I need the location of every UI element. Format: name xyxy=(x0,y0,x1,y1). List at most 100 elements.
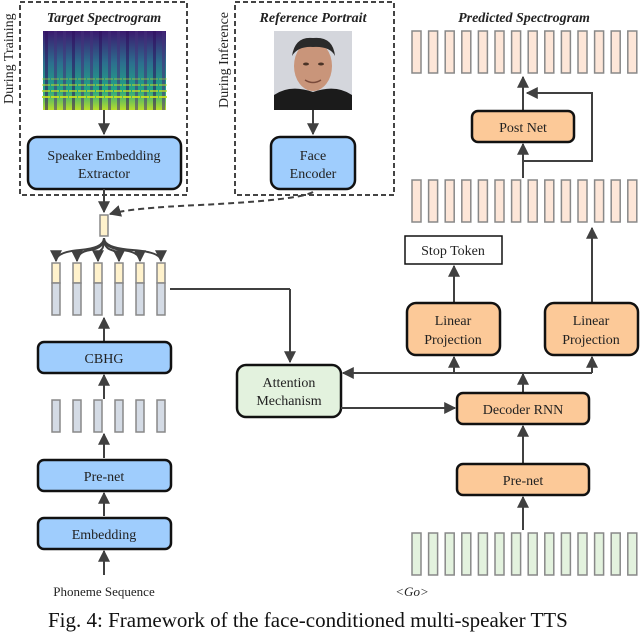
attention-label-line2: Mechanism xyxy=(256,394,321,409)
spectrogram-stripe xyxy=(135,31,138,110)
face-encoder-label-line2: Encoder xyxy=(290,167,337,182)
spectrogram-harmonic xyxy=(141,90,149,92)
decoder-prenet-label: Pre-net xyxy=(503,474,544,489)
spectrogram-harmonic xyxy=(150,78,158,80)
stop-token-label: Stop Token xyxy=(421,244,485,259)
go-input-frames xyxy=(411,532,638,576)
speaker-embedding-vector xyxy=(99,214,109,237)
predicted-spectrogram-title: Predicted Spectrogram xyxy=(458,11,590,26)
predicted-frame xyxy=(494,30,505,74)
predicted-frame xyxy=(627,30,638,74)
go-frame xyxy=(577,532,588,576)
spectrogram-harmonic xyxy=(114,96,122,98)
spectrogram-harmonic xyxy=(123,90,131,92)
target-spectrogram-image xyxy=(42,31,167,110)
go-frame xyxy=(411,532,422,576)
spectrogram-harmonic xyxy=(159,90,167,92)
speaker-embedding-cell xyxy=(51,262,61,284)
prenet-output-cell xyxy=(114,399,124,433)
inference-panel: During Inference Reference Portrait Face… xyxy=(217,1,395,196)
linear-projection-right-line2: Projection xyxy=(562,333,620,348)
figure-caption: Fig. 4: Framework of the face-conditione… xyxy=(48,608,568,632)
spectrogram-harmonic xyxy=(159,84,167,86)
decoder-output-frame xyxy=(461,179,472,223)
encoder-output-cell xyxy=(135,282,145,316)
decoder-output-frame xyxy=(444,179,455,223)
spectrogram-stripe xyxy=(63,31,66,110)
spectrogram-harmonic xyxy=(60,84,68,86)
go-frame xyxy=(427,532,439,576)
decoder-output-frame xyxy=(610,179,621,223)
predicted-spectrogram-frames xyxy=(411,30,638,74)
spectrogram-harmonic xyxy=(87,84,95,86)
reference-portrait-image xyxy=(274,31,352,110)
broadcast-arrow xyxy=(92,237,105,263)
face-encoder-label-line1: Face xyxy=(300,149,326,164)
decoder-output-frame xyxy=(627,179,638,223)
go-frame xyxy=(610,532,621,576)
predicted-frame xyxy=(544,30,555,74)
spectrogram-harmonic xyxy=(60,96,68,98)
predicted-frame xyxy=(461,30,472,74)
go-frame xyxy=(527,532,538,576)
spectrogram-harmonic xyxy=(42,90,50,92)
predicted-frame xyxy=(510,30,522,74)
spectrogram-harmonic xyxy=(78,84,86,86)
spectrogram-harmonic xyxy=(69,84,77,86)
postnet-label: Post Net xyxy=(499,121,547,136)
spectrogram-stripe xyxy=(144,31,147,110)
spectrogram-stripe xyxy=(81,31,84,110)
tts-framework-diagram: During Training Target Spectrogram Speak… xyxy=(2,1,640,599)
go-frame xyxy=(593,532,605,576)
spectrogram-harmonic xyxy=(42,78,50,80)
speaker-embedding-cell xyxy=(156,262,166,284)
spectrogram-harmonic xyxy=(51,84,59,86)
spectrogram-harmonic xyxy=(96,78,104,80)
spectrogram-harmonic xyxy=(141,78,149,80)
spectrogram-harmonic xyxy=(78,78,86,80)
spectrogram-harmonic xyxy=(123,96,131,98)
spectrogram-harmonic xyxy=(159,78,167,80)
decoder-output-frame xyxy=(593,179,605,223)
speaker-embedding-cell xyxy=(114,262,124,284)
spectrogram-harmonic xyxy=(42,84,50,86)
extractor-label-line1: Speaker Embedding xyxy=(47,149,160,164)
spectrogram-harmonic xyxy=(78,90,86,92)
spectrogram-harmonic xyxy=(96,90,104,92)
linear-projection-left-line2: Projection xyxy=(424,333,482,348)
spectrogram-harmonic xyxy=(60,90,68,92)
spectrogram-harmonic xyxy=(69,96,77,98)
speaker-embedding-cell xyxy=(135,262,145,284)
spectrogram-harmonic xyxy=(141,96,149,98)
training-side-label: During Training xyxy=(2,13,17,104)
go-label: <Go> xyxy=(395,584,428,599)
cbhg-label: CBHG xyxy=(85,352,124,367)
encoder-prenet-label: Pre-net xyxy=(84,470,125,485)
predicted-frame xyxy=(477,30,489,74)
target-spectrogram-title: Target Spectrogram xyxy=(47,11,161,26)
spectrogram-stripe xyxy=(90,31,93,110)
spectrogram-harmonic xyxy=(150,96,158,98)
prenet-output-cell xyxy=(93,399,103,433)
prenet-output-cell xyxy=(135,399,145,433)
spectrogram-stripe xyxy=(162,31,165,110)
spectrogram-harmonic xyxy=(123,78,131,80)
spectrogram-stripe xyxy=(99,31,102,110)
decoder-output-frame xyxy=(411,179,422,223)
spectrogram-stripe xyxy=(126,31,129,110)
decoder-output-frame xyxy=(510,179,522,223)
spectrogram-harmonic xyxy=(132,90,140,92)
decoder-output-frames xyxy=(411,179,638,223)
encoder-output-cell xyxy=(51,282,61,316)
spectrogram-harmonic xyxy=(69,78,77,80)
speaker-embedding-cell xyxy=(72,262,82,284)
decoder-output-frame xyxy=(544,179,555,223)
predicted-frame xyxy=(593,30,605,74)
spectrogram-harmonic xyxy=(114,84,122,86)
predicted-frame xyxy=(444,30,455,74)
spectrogram-harmonic xyxy=(96,84,104,86)
attention-mechanism-block xyxy=(235,363,343,419)
decoder-rnn-label: Decoder RNN xyxy=(483,403,563,418)
broadcast-arrow xyxy=(50,237,105,263)
encoder-output-cells xyxy=(51,262,166,316)
